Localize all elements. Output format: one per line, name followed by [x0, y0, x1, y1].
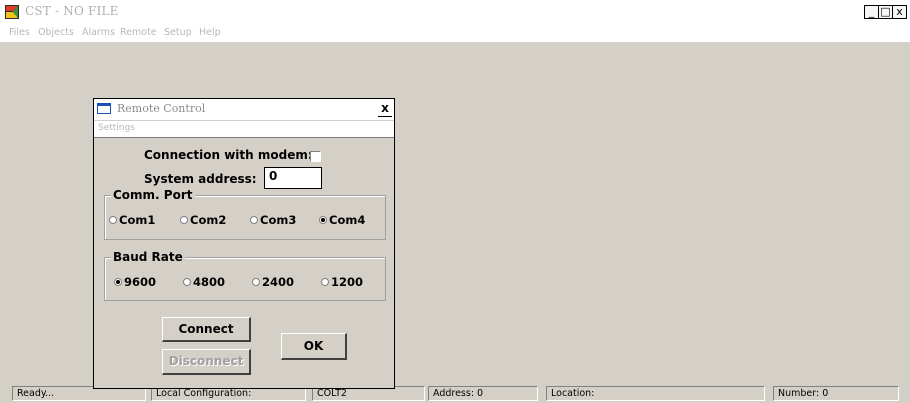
window-icon [97, 103, 111, 114]
minimize-button[interactable]: _ [864, 5, 879, 19]
radio-icon [180, 216, 188, 224]
radio-selected-icon [114, 278, 122, 286]
ok-button[interactable]: OK [281, 333, 347, 360]
comm-port-group: Comm. Port Com1 Com2 Com3 Com4 [104, 188, 386, 240]
status-location: Location: [546, 386, 765, 401]
disconnect-button[interactable]: Disconnect [162, 349, 251, 375]
menu-remote[interactable]: Remote [120, 27, 157, 38]
status-address: Address: 0 [428, 386, 538, 401]
status-number: Number: 0 [773, 386, 899, 401]
radio-label: Com2 [190, 213, 227, 227]
radio-com4[interactable]: Com4 [319, 213, 365, 227]
dialog-title-bar: Remote Control x [94, 99, 394, 120]
radio-icon [321, 278, 329, 286]
comm-port-title: Comm. Port [111, 188, 195, 202]
radio-icon [250, 216, 258, 224]
dialog-title: Remote Control [117, 102, 206, 115]
dialog-menu-bar: Settings [94, 121, 394, 138]
radio-9600[interactable]: 9600 [114, 275, 156, 289]
title-bar: CST - NO FILE _ □ x [0, 0, 910, 25]
menu-objects[interactable]: Objects [38, 27, 74, 38]
radio-label: 1200 [331, 275, 364, 289]
radio-label: Com3 [260, 213, 297, 227]
maximize-button[interactable]: □ [878, 5, 893, 19]
window-title: CST - NO FILE [25, 4, 119, 18]
remote-control-dialog: Remote Control x Settings Connection wit… [93, 98, 395, 389]
baud-rate-title: Baud Rate [111, 250, 185, 264]
menu-setup[interactable]: Setup [164, 27, 192, 38]
radio-label: 9600 [124, 275, 157, 289]
menu-settings[interactable]: Settings [98, 123, 135, 133]
radio-2400[interactable]: 2400 [252, 275, 294, 289]
radio-label: Com4 [329, 213, 366, 227]
close-button[interactable]: x [892, 5, 907, 19]
radio-1200[interactable]: 1200 [321, 275, 363, 289]
modem-checkbox[interactable] [310, 151, 321, 162]
radio-4800[interactable]: 4800 [183, 275, 225, 289]
address-label: System address: [144, 172, 257, 186]
radio-label: Com1 [119, 213, 156, 227]
dialog-close-button[interactable]: x [378, 102, 392, 117]
radio-icon [252, 278, 260, 286]
radio-com2[interactable]: Com2 [180, 213, 226, 227]
system-address-field[interactable]: 0 [264, 167, 322, 189]
radio-icon [109, 216, 117, 224]
radio-com1[interactable]: Com1 [109, 213, 155, 227]
radio-label: 2400 [262, 275, 295, 289]
radio-icon [183, 278, 191, 286]
radio-selected-icon [319, 216, 327, 224]
menu-alarms[interactable]: Alarms [82, 27, 115, 38]
menu-files[interactable]: Files [9, 27, 30, 38]
radio-com3[interactable]: Com3 [250, 213, 296, 227]
baud-rate-group: Baud Rate 9600 4800 2400 1200 [104, 250, 386, 301]
modem-label: Connection with modem: [144, 148, 313, 162]
radio-label: 4800 [193, 275, 226, 289]
menu-help[interactable]: Help [199, 27, 221, 38]
app-logo-icon [5, 5, 19, 19]
menu-bar: Files Objects Alarms Remote Setup Help [0, 24, 910, 42]
connect-button[interactable]: Connect [162, 317, 251, 342]
